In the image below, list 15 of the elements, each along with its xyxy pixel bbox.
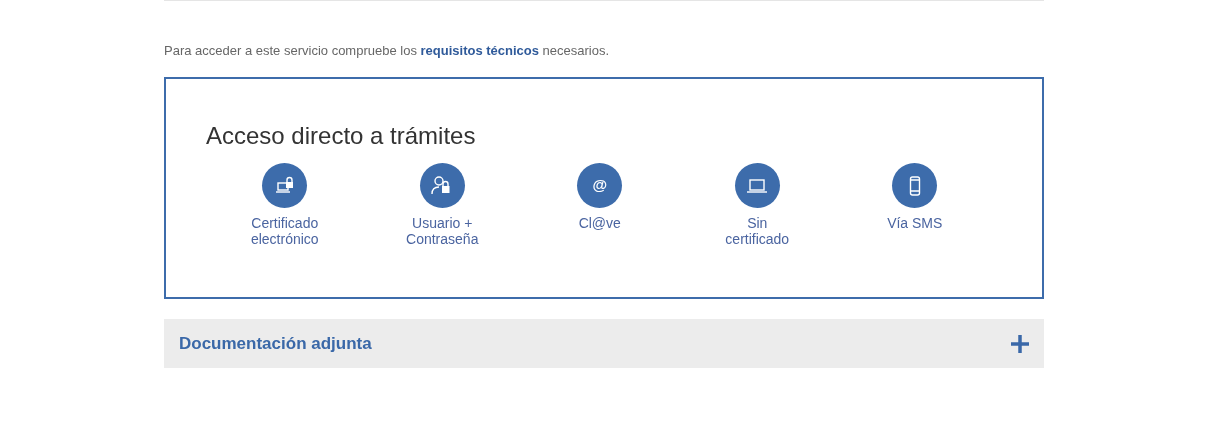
accordion-header[interactable]: Documentación adjunta xyxy=(164,319,1044,368)
panel-title: Acceso directo a trámites xyxy=(206,121,477,151)
user-lock-button[interactable] xyxy=(419,163,465,208)
requirements-note: Para acceder a este servicio compruebe los requisitos técnicos necesarios. xyxy=(164,42,611,60)
access-option-link[interactable]: Vía SMS xyxy=(872,215,958,231)
accordion-title: Documentación adjunta xyxy=(179,332,372,355)
access-option-link[interactable]: Certificado electrónico xyxy=(242,215,328,247)
access-option-link[interactable]: Sin certificado xyxy=(714,215,800,247)
access-option-link[interactable]: Usuario + Contraseña xyxy=(399,215,485,247)
requirements-link[interactable]: requisitos técnicos xyxy=(420,43,539,58)
laptop-button[interactable] xyxy=(734,163,780,208)
at-sign-button[interactable]: @ xyxy=(577,163,623,208)
access-option-link[interactable]: Cl@ve xyxy=(557,215,643,231)
phone-button[interactable] xyxy=(892,163,938,208)
laptop-lock-button[interactable] xyxy=(262,163,308,208)
